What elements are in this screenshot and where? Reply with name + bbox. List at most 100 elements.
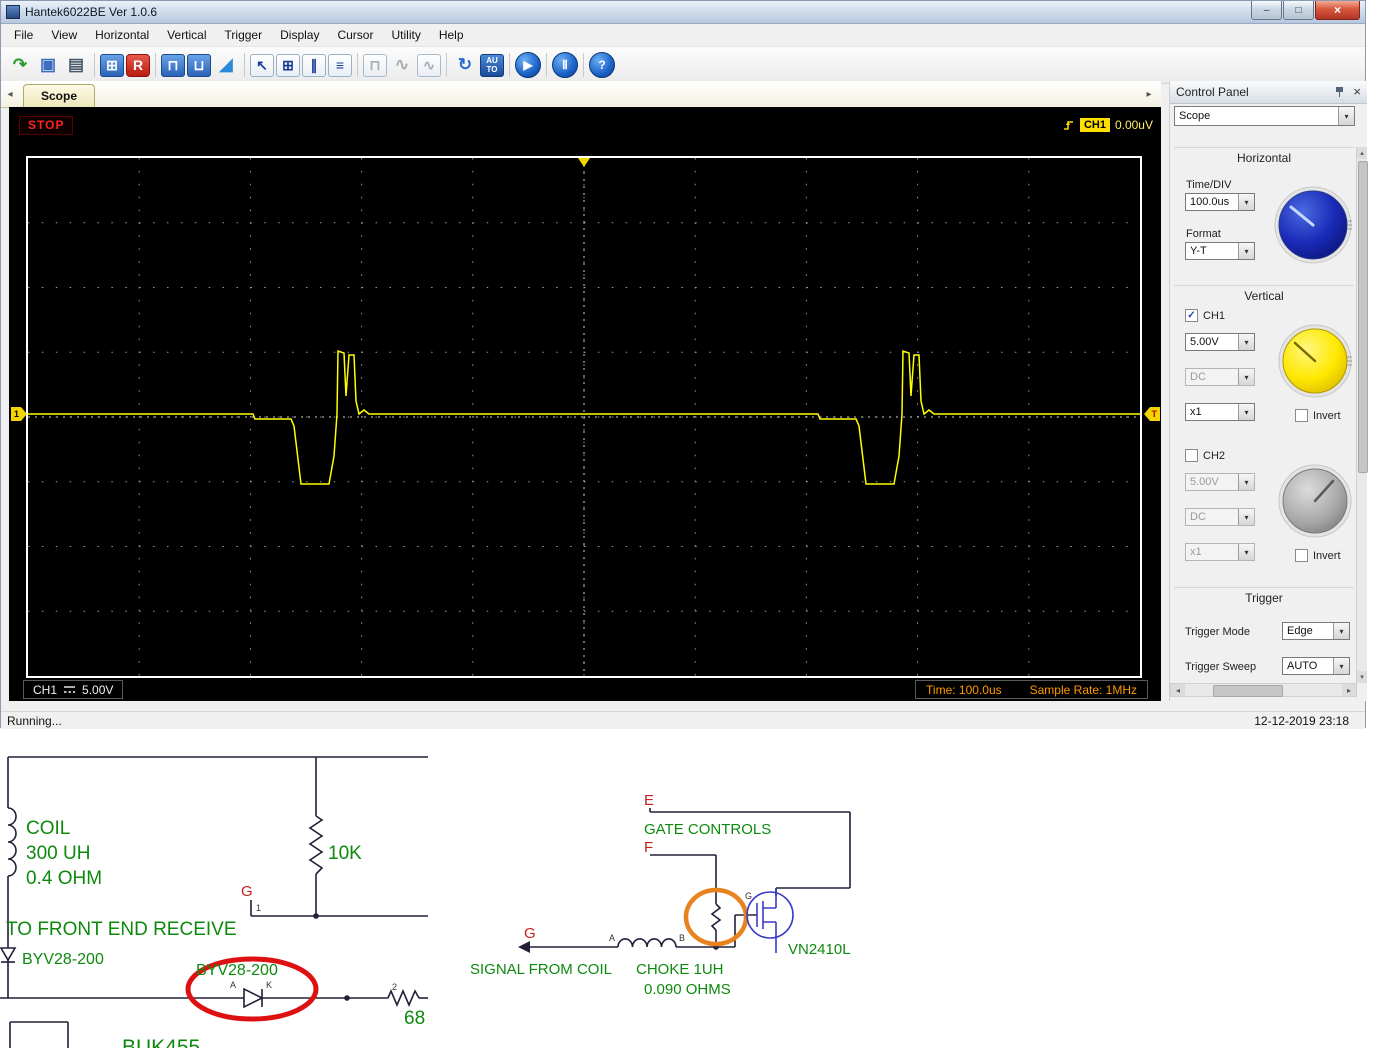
tab-scope-label: Scope xyxy=(41,89,77,103)
help-button[interactable]: ? xyxy=(589,52,615,78)
tab-scroll-right-button[interactable]: ▸ xyxy=(1142,86,1156,102)
horizontal-cursors-button[interactable]: ≡ xyxy=(328,54,352,77)
chevron-down-icon: ▾ xyxy=(1238,334,1254,350)
panel-mode-select[interactable]: Scope ▾ xyxy=(1174,106,1355,126)
status-text: Running... xyxy=(7,714,62,728)
chevron-down-icon: ▾ xyxy=(1238,404,1254,420)
close-button[interactable]: × xyxy=(1315,1,1360,20)
time-div-readout: Time: 100.0us xyxy=(926,683,1002,697)
cursor-select-button[interactable]: ↖ xyxy=(250,54,274,77)
ch1-enable-checkbox[interactable]: ✓ CH1 xyxy=(1185,309,1225,322)
diode-byv28-circled-label: BYV28-200 xyxy=(196,962,278,979)
ch1-invert-checkbox[interactable]: Invert xyxy=(1295,409,1341,422)
mosfet-vn2410l-label: VN2410L xyxy=(788,941,851,958)
toolbar-separator xyxy=(94,53,95,77)
ch1-volts-value: 5.00V xyxy=(1186,336,1238,348)
scope-display: STOP CH1 0.00uV 1 T CH1 5.00V xyxy=(9,107,1161,701)
tab-scope[interactable]: Scope xyxy=(23,84,95,107)
scroll-right-icon[interactable]: ▸ xyxy=(1342,684,1356,696)
toolbar-separator xyxy=(446,53,447,77)
toolbar-separator xyxy=(546,53,547,77)
menu-horizontal[interactable]: Horizontal xyxy=(86,25,158,45)
menu-vertical[interactable]: Vertical xyxy=(158,25,215,45)
scroll-thumb[interactable] xyxy=(1213,685,1283,697)
close-panel-icon[interactable]: × xyxy=(1353,86,1361,98)
print-button[interactable]: ▤ xyxy=(63,52,89,78)
trigger-mode-value: Edge xyxy=(1283,625,1333,637)
ch2-coupling-select[interactable]: DC ▾ xyxy=(1185,508,1255,526)
front-end-label: TO FRONT END RECEIVE xyxy=(6,919,237,940)
pin-icon[interactable] xyxy=(1335,86,1345,98)
trigger-level-marker[interactable]: T xyxy=(1144,407,1160,421)
vertical-cursors-button[interactable]: ∥ xyxy=(302,54,326,77)
grid-display-button[interactable]: ⊞ xyxy=(276,54,300,77)
trigger-sweep-label: Trigger Sweep xyxy=(1185,661,1256,673)
menu-display[interactable]: Display xyxy=(271,25,328,45)
ch1-readout-label: CH1 xyxy=(33,683,57,697)
ch2-enable-checkbox[interactable]: CH2 xyxy=(1185,449,1225,462)
maximize-button[interactable]: □ xyxy=(1283,1,1314,20)
coil-inductance-label: 300 UH xyxy=(26,843,90,864)
reference-button[interactable]: R xyxy=(126,54,150,77)
choke-resistance-label: 0.090 OHMS xyxy=(644,981,731,998)
pause-button[interactable]: Ⅱ xyxy=(552,52,578,78)
start-button[interactable]: ▶ xyxy=(515,52,541,78)
trigger-sweep-select[interactable]: AUTO ▾ xyxy=(1282,657,1350,675)
step-wave-button[interactable]: ⊔ xyxy=(187,54,211,77)
diode-byv28-label: BYV28-200 xyxy=(22,951,104,968)
auto-scale-button[interactable]: ⊞ xyxy=(100,54,124,77)
ch1-probe-select[interactable]: x1 ▾ xyxy=(1185,403,1255,421)
ch2-volts-select[interactable]: 5.00V ▾ xyxy=(1185,473,1255,491)
net-g-label: G xyxy=(241,883,253,900)
app-icon xyxy=(6,5,20,19)
ch1-coupling-select[interactable]: DC ▾ xyxy=(1185,368,1255,386)
acquisition-status: STOP xyxy=(19,116,73,135)
status-datetime: 12-12-2019 23:18 xyxy=(1254,714,1359,728)
scroll-down-icon[interactable]: ▾ xyxy=(1357,671,1367,683)
ramp-wave-button[interactable]: ◢ xyxy=(213,52,239,78)
pin-1-label: 1 xyxy=(256,903,261,913)
sine-wave-button[interactable]: ∿ xyxy=(389,52,415,78)
menu-utility[interactable]: Utility xyxy=(382,25,429,45)
ch1-volts-knob[interactable] xyxy=(1277,323,1353,399)
open-file-button[interactable]: ↷ xyxy=(7,52,33,78)
chevron-down-icon: ▾ xyxy=(1238,509,1254,525)
waveform-graph[interactable] xyxy=(26,156,1142,678)
checkbox-box xyxy=(1185,449,1198,462)
ch2-probe-select[interactable]: x1 ▾ xyxy=(1185,543,1255,561)
save-button[interactable]: ▣ xyxy=(35,52,61,78)
pin-2-label: 2 xyxy=(392,982,397,992)
auto-measure-button[interactable]: AUTO xyxy=(480,54,504,77)
horizontal-scale-knob[interactable] xyxy=(1273,185,1353,265)
panel-horizontal-scrollbar[interactable]: ◂ ▸ xyxy=(1170,683,1357,697)
vertical-section-title: Vertical xyxy=(1170,289,1358,303)
scroll-up-icon[interactable]: ▴ xyxy=(1357,147,1367,159)
pulse-wave-button[interactable]: ⊓ xyxy=(161,54,185,77)
digital-wave-button[interactable]: ⊓ xyxy=(363,54,387,77)
menu-file[interactable]: File xyxy=(5,25,42,45)
minimize-button[interactable]: – xyxy=(1251,1,1282,20)
net-f-label: F xyxy=(644,839,653,856)
menu-cursor[interactable]: Cursor xyxy=(328,25,382,45)
panel-vertical-scrollbar[interactable]: ▴ ▾ xyxy=(1356,147,1367,683)
ch1-volts-select[interactable]: 5.00V ▾ xyxy=(1185,333,1255,351)
scroll-thumb[interactable] xyxy=(1358,161,1368,473)
menu-trigger[interactable]: Trigger xyxy=(216,25,272,45)
schematic-image: COIL 300 UH 0.4 OHM 10K G 1 TO FRONT END… xyxy=(0,728,1388,1048)
ch2-volts-knob[interactable] xyxy=(1277,463,1353,539)
ch1-position-marker[interactable]: 1 xyxy=(11,407,27,421)
ch2-coupling-value: DC xyxy=(1186,511,1238,523)
time-div-select[interactable]: 100.0us ▾ xyxy=(1185,193,1255,211)
menu-view[interactable]: View xyxy=(42,25,86,45)
scroll-left-icon[interactable]: ◂ xyxy=(1171,684,1185,696)
trigger-mode-select[interactable]: Edge ▾ xyxy=(1282,622,1350,640)
titlebar: Hantek6022BE Ver 1.0.6 – □ × xyxy=(1,1,1365,24)
filtered-sine-button[interactable]: ∿ xyxy=(417,54,441,77)
format-select[interactable]: Y-T ▾ xyxy=(1185,242,1255,260)
refresh-button[interactable]: ↻ xyxy=(452,52,478,78)
anode-label: A xyxy=(230,980,236,990)
ch2-invert-checkbox[interactable]: Invert xyxy=(1295,549,1341,562)
chevron-down-icon: ▾ xyxy=(1238,474,1254,490)
tab-scroll-left-button[interactable]: ◂ xyxy=(3,86,17,102)
menu-help[interactable]: Help xyxy=(430,25,473,45)
